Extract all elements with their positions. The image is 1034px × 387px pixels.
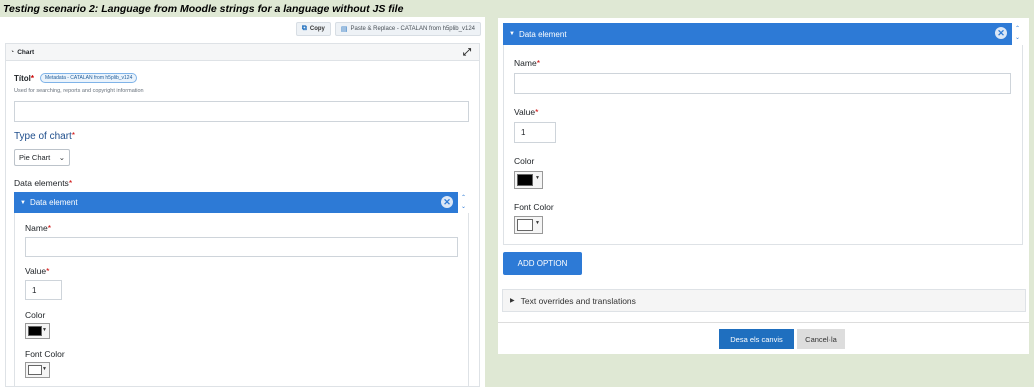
color-swatch bbox=[28, 326, 42, 336]
caret-down-icon: ▼ bbox=[509, 31, 515, 37]
type-label-text: Type of chart bbox=[14, 131, 72, 142]
data-elements-label-text: Data elements bbox=[14, 178, 69, 188]
caret-down-icon: ▼ bbox=[535, 175, 540, 181]
required-mark: * bbox=[46, 266, 50, 276]
chart-header-label: Chart bbox=[17, 48, 35, 56]
paste-icon: ▤ bbox=[340, 26, 348, 33]
right-editor-panel: ▼ Data element ✕ ⌃ ⌄ Name* Value* 1 Color… bbox=[498, 18, 1029, 354]
paste-button-label: Paste & Replace - CATALAN from h5plib_v1… bbox=[350, 26, 475, 32]
caret-down-icon: ▼ bbox=[535, 220, 540, 226]
value-label-text: Value bbox=[25, 266, 47, 276]
scenario-title: Testing scenario 2: Language from Moodle… bbox=[3, 3, 404, 15]
type-of-chart-label: Type of chart* bbox=[14, 131, 75, 142]
color-field-label: Color bbox=[514, 156, 535, 166]
name-label-text: Name bbox=[25, 223, 48, 233]
expand-icon[interactable]: ⤢ bbox=[463, 47, 471, 58]
data-elements-label: Data elements* bbox=[14, 178, 72, 188]
chart-type-value: Pie Chart bbox=[19, 153, 51, 162]
required-mark: * bbox=[71, 131, 75, 140]
copy-button[interactable]: ⧉ Copy bbox=[295, 22, 331, 36]
reorder-icon[interactable]: ⌃ ⌄ bbox=[458, 192, 469, 213]
required-mark: * bbox=[536, 58, 540, 68]
data-element-header[interactable]: ▼ Data element ✕ ⌃ ⌄ bbox=[14, 192, 469, 213]
color-swatch bbox=[517, 174, 533, 186]
value-label-text: Value bbox=[514, 107, 536, 117]
value-field-label: Value* bbox=[25, 266, 49, 276]
remove-icon[interactable]: ✕ bbox=[995, 27, 1007, 39]
left-editor-panel: ⧉ Copy ▤ Paste & Replace - CATALAN from … bbox=[0, 17, 485, 387]
reorder-icon[interactable]: ⌃ ⌄ bbox=[1012, 23, 1023, 45]
text-overrides-label: Text overrides and translations bbox=[520, 295, 636, 306]
form-footer: Desa els canvis Cancel·la bbox=[498, 322, 1029, 354]
chart-type-select[interactable]: Pie Chart ⌄ bbox=[14, 149, 70, 166]
name-field-label: Name* bbox=[25, 223, 51, 233]
add-option-button[interactable]: ADD OPTION bbox=[503, 252, 582, 275]
remove-icon[interactable]: ✕ bbox=[441, 196, 453, 208]
caret-down-icon: ▼ bbox=[42, 327, 47, 333]
caret-down-icon: ▼ bbox=[42, 366, 47, 372]
title-input[interactable] bbox=[14, 101, 469, 122]
title-label-text: Títol bbox=[14, 74, 31, 83]
copy-icon: ⧉ bbox=[301, 25, 307, 32]
name-label-text: Name bbox=[514, 58, 537, 68]
value-input[interactable]: 1 bbox=[514, 122, 556, 143]
required-mark: * bbox=[30, 74, 35, 83]
name-input[interactable] bbox=[25, 237, 458, 257]
font-color-field-label: Font Color bbox=[514, 202, 554, 212]
caret-right-icon: ▶ bbox=[510, 298, 515, 304]
title-description: Used for searching, reports and copyrigh… bbox=[14, 88, 144, 94]
chart-icon: ◔ bbox=[10, 48, 15, 56]
data-element-header[interactable]: ▼ Data element ✕ ⌃ ⌄ bbox=[503, 23, 1023, 45]
title-field-label: Títol* bbox=[14, 74, 34, 83]
color-picker[interactable]: ▼ bbox=[514, 171, 543, 189]
font-color-picker[interactable]: ▼ bbox=[514, 216, 543, 234]
font-color-swatch bbox=[517, 219, 533, 231]
caret-down-icon: ▼ bbox=[20, 199, 26, 206]
color-picker[interactable]: ▼ bbox=[25, 323, 50, 339]
value-input[interactable]: 1 bbox=[25, 280, 62, 300]
font-color-picker[interactable]: ▼ bbox=[25, 362, 50, 378]
data-element-header-label: Data element bbox=[518, 29, 567, 39]
required-mark: * bbox=[47, 223, 51, 233]
font-color-swatch bbox=[28, 365, 42, 375]
required-mark: * bbox=[68, 178, 73, 188]
paste-replace-button[interactable]: ▤ Paste & Replace - CATALAN from h5plib_… bbox=[334, 22, 481, 36]
value-field-label: Value* bbox=[514, 107, 538, 117]
cancel-button[interactable]: Cancel·la bbox=[797, 329, 845, 349]
data-element-header-label: Data element bbox=[29, 198, 78, 207]
font-color-field-label: Font Color bbox=[25, 349, 65, 359]
text-overrides-toggle[interactable]: ▶ Text overrides and translations bbox=[502, 289, 1026, 312]
chevron-down-icon: ⌄ bbox=[58, 153, 65, 162]
metadata-button[interactable]: Metadata - CATALAN from h5plib_v124 bbox=[40, 73, 138, 83]
color-field-label: Color bbox=[25, 310, 46, 320]
required-mark: * bbox=[535, 107, 539, 117]
name-field-label: Name* bbox=[514, 58, 540, 68]
save-changes-button[interactable]: Desa els canvis bbox=[719, 329, 794, 349]
copy-button-label: Copy bbox=[309, 26, 325, 32]
name-input[interactable] bbox=[514, 73, 1011, 94]
copy-paste-toolbar: ⧉ Copy ▤ Paste & Replace - CATALAN from … bbox=[295, 22, 481, 36]
chart-header: ◔ Chart ⤢ bbox=[6, 44, 479, 61]
